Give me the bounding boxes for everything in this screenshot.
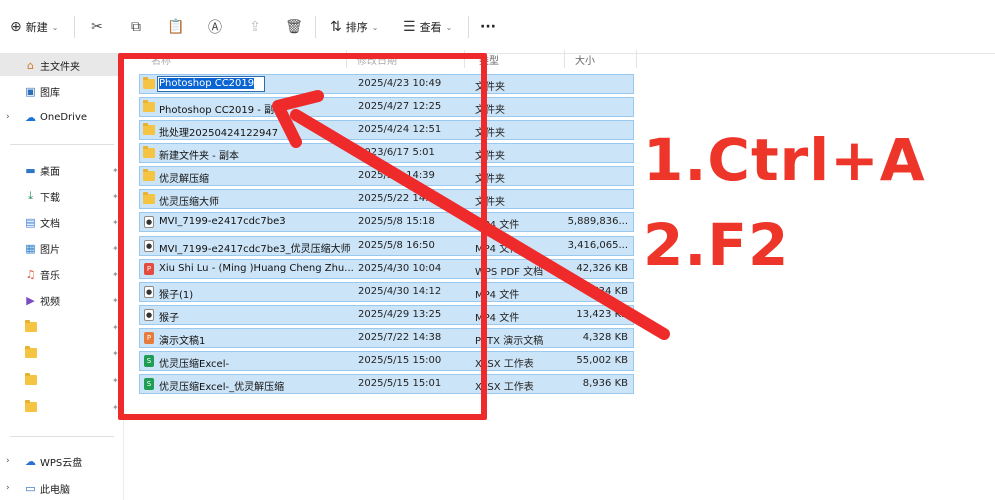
chevron-right-icon[interactable]: ›	[6, 112, 10, 122]
sidebar-item-label: 视频	[40, 296, 60, 308]
plus-circle-icon: ⊕	[10, 19, 22, 35]
file-size: 734 KB	[592, 286, 628, 297]
delete-icon[interactable]: 🗑	[283, 16, 305, 38]
command-bar: ⊕ 新建 ⌄ ✂ ⧉ 📋 Ⓐ ⇪ 🗑 ⇅ 排序 ⌄ ☰ 查看 ⌄ ···	[0, 0, 995, 54]
sidebar-item-desktop[interactable]: ▬ 桌面 ✦	[0, 159, 124, 181]
sidebar-divider	[10, 144, 114, 145]
gallery-icon: ▣	[25, 84, 36, 98]
folder-icon	[24, 320, 37, 334]
sort-icon: ⇅	[330, 19, 342, 35]
download-icon: ⤓	[28, 189, 33, 202]
folder-icon	[24, 400, 37, 414]
sidebar-item-onedrive[interactable]: › ☁ OneDrive	[0, 106, 124, 128]
home-icon: ⌂	[27, 58, 34, 72]
instruction-step-1: 1.Ctrl+A	[643, 126, 926, 194]
sidebar-item-label: 文档	[40, 218, 60, 230]
sidebar-item-label: 主文件夹	[40, 61, 80, 73]
folder-icon	[24, 373, 37, 387]
file-size: 8,936 KB	[582, 378, 628, 389]
sidebar-item-gallery[interactable]: ▣ 图库	[0, 80, 124, 102]
file-size: 55,002 KB	[576, 355, 628, 366]
column-divider[interactable]	[564, 50, 565, 68]
chevron-right-icon[interactable]: ›	[6, 456, 10, 466]
sidebar-divider	[10, 436, 114, 437]
column-divider[interactable]	[636, 50, 637, 68]
chevron-down-icon: ⌄	[371, 22, 379, 32]
computer-icon: ▭	[25, 481, 36, 495]
sidebar-item-label: 桌面	[40, 166, 60, 178]
navigation-pane: ⌂ 主文件夹 ▣ 图库 › ☁ OneDrive ▬ 桌面 ✦ ⤓ 下载 ✦ ▤…	[0, 54, 124, 500]
sidebar-item-folder[interactable]: ✦	[0, 369, 124, 391]
sidebar-item-wps-cloud[interactable]: › ☁ WPS云盘	[0, 450, 124, 472]
sidebar-item-label: 图片	[40, 244, 60, 256]
file-size: 4,328 KB	[582, 332, 628, 343]
new-button[interactable]: ⊕ 新建 ⌄	[10, 14, 58, 40]
more-options-button[interactable]: ···	[480, 14, 496, 40]
sidebar-item-folder[interactable]: ✦	[0, 316, 124, 338]
toolbar-divider	[468, 16, 469, 38]
file-size: 13,423 KB	[576, 309, 628, 320]
file-size: 5,889,836...	[567, 216, 628, 227]
sidebar-item-label: 图库	[40, 87, 60, 99]
sidebar-item-label: OneDrive	[40, 111, 88, 123]
music-icon: ♫	[25, 267, 36, 281]
instruction-step-2: 2.F2	[643, 211, 790, 279]
view-button[interactable]: ☰ 查看 ⌄	[403, 14, 452, 40]
cut-icon[interactable]: ✂	[86, 16, 108, 38]
view-label: 查看	[419, 21, 442, 34]
new-label: 新建	[25, 21, 48, 34]
sidebar-item-label: 音乐	[40, 270, 60, 282]
sidebar-item-videos[interactable]: ▶ 视频 ✦	[0, 289, 124, 311]
chevron-down-icon: ⌄	[51, 22, 59, 32]
sidebar-item-folder[interactable]: ✦	[0, 396, 124, 418]
file-size: 42,326 KB	[576, 263, 628, 274]
file-size: 3,416,065...	[567, 240, 628, 251]
sidebar-item-home[interactable]: ⌂ 主文件夹	[0, 54, 124, 76]
chevron-right-icon[interactable]: ›	[6, 483, 10, 493]
sidebar-item-label: 此电脑	[40, 484, 70, 496]
sidebar-item-documents[interactable]: ▤ 文档 ✦	[0, 211, 124, 233]
folder-icon	[24, 346, 37, 360]
sort-button[interactable]: ⇅ 排序 ⌄	[330, 14, 378, 40]
chevron-down-icon: ⌄	[445, 22, 453, 32]
sidebar-item-this-pc[interactable]: › ▭ 此电脑	[0, 477, 124, 499]
annotation-highlight-box	[118, 53, 487, 420]
copy-icon[interactable]: ⧉	[125, 16, 147, 38]
sidebar-item-label: WPS云盘	[40, 457, 83, 469]
video-icon: ▶	[26, 293, 35, 307]
picture-icon: ▦	[25, 241, 36, 255]
sidebar-item-music[interactable]: ♫ 音乐 ✦	[0, 263, 124, 285]
share-icon[interactable]: ⇪	[244, 16, 266, 38]
view-list-icon: ☰	[403, 19, 416, 35]
document-icon: ▤	[25, 215, 36, 229]
more-label: ···	[480, 19, 496, 35]
paste-icon[interactable]: 📋	[165, 16, 187, 38]
toolbar-divider	[315, 16, 316, 38]
sort-label: 排序	[345, 21, 368, 34]
sidebar-item-pictures[interactable]: ▦ 图片 ✦	[0, 237, 124, 259]
rename-icon[interactable]: Ⓐ	[204, 16, 226, 38]
sidebar-item-downloads[interactable]: ⤓ 下载 ✦	[0, 185, 124, 207]
wps-cloud-icon: ☁	[25, 454, 36, 468]
header-size[interactable]: 大小	[575, 52, 595, 67]
sidebar-item-folder[interactable]: ✦	[0, 342, 124, 364]
desktop-icon: ▬	[25, 163, 36, 177]
sidebar-item-label: 下载	[40, 192, 60, 204]
cloud-icon: ☁	[25, 110, 36, 124]
toolbar-divider	[74, 16, 75, 38]
